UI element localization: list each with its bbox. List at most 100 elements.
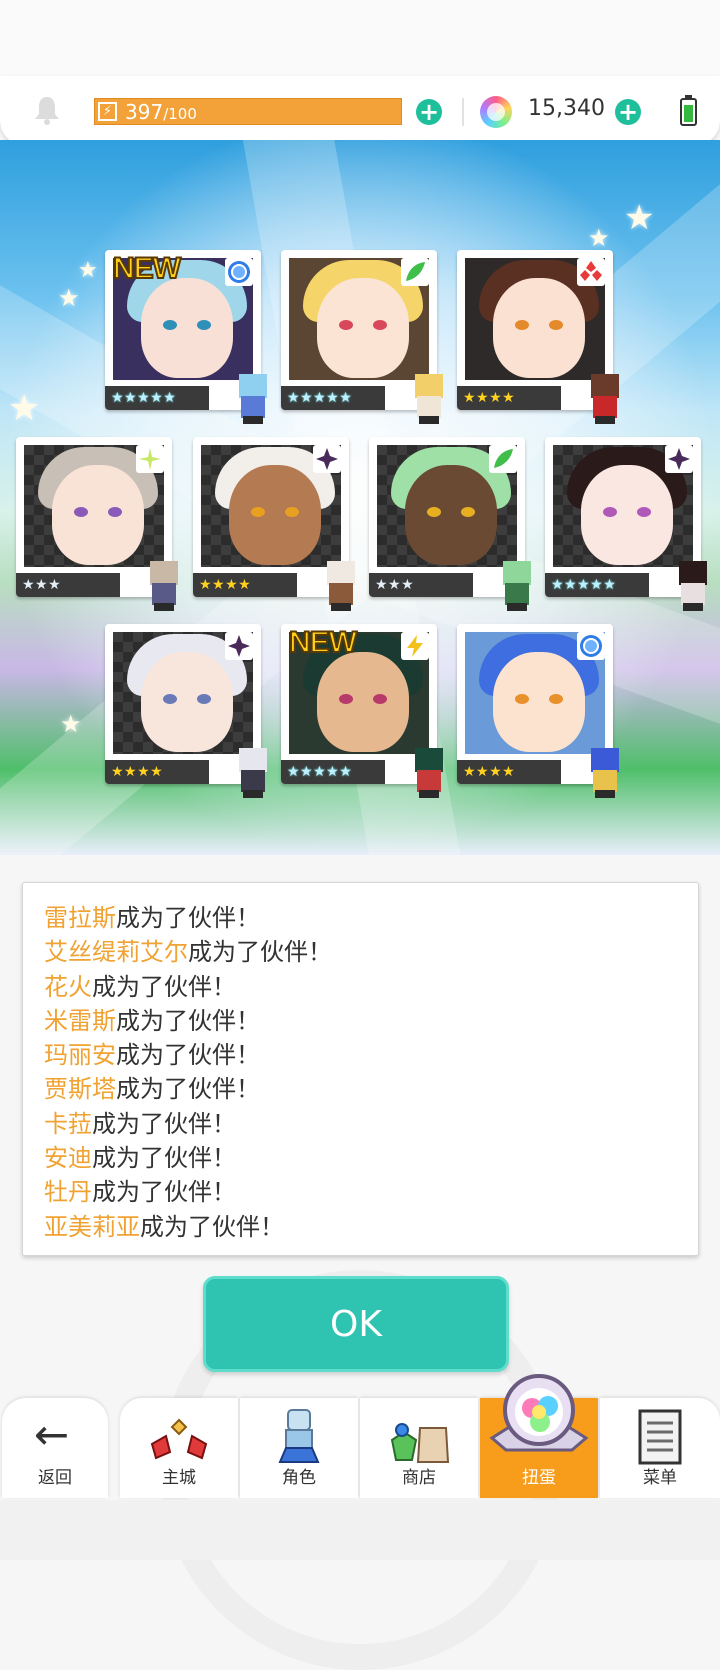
- nav-back-button[interactable]: ← 返回: [2, 1398, 108, 1498]
- log-line: 安迪成为了伙伴！: [44, 1141, 698, 1175]
- log-suffix: 成为了伙伴！: [92, 1144, 236, 1173]
- log-suffix: 成为了伙伴！: [92, 1109, 236, 1138]
- pixel-sprite: [407, 748, 451, 798]
- rarity-stars: ★★★★★: [281, 386, 385, 410]
- nav-item-gacha[interactable]: 扭蛋: [480, 1374, 598, 1498]
- log-line: 花火成为了伙伴！: [44, 970, 698, 1004]
- rarity-stars: ★★★★★: [105, 386, 209, 410]
- character-card[interactable]: ★★★★: [457, 250, 619, 424]
- leaf-icon: [489, 445, 517, 473]
- new-badge: NEW: [112, 251, 182, 286]
- back-arrow-icon: ←: [34, 1410, 70, 1459]
- character-name: 卡菈: [44, 1109, 92, 1138]
- sparkle-star-icon: ★: [624, 198, 655, 238]
- character-card[interactable]: ★★★★★: [545, 437, 707, 611]
- character-name: 玛丽安: [44, 1041, 116, 1070]
- gacha-capsule-icon: [489, 1374, 589, 1452]
- character-name: 亚美莉亚: [44, 1212, 140, 1241]
- thunder-icon: [401, 632, 429, 660]
- log-line: 雷拉斯成为了伙伴！: [44, 901, 698, 935]
- stamina-current: 397: [125, 100, 164, 124]
- nav-item-menu[interactable]: 菜单: [600, 1398, 720, 1498]
- character-card[interactable]: ★★★: [369, 437, 531, 611]
- character-card[interactable]: NEW ★★★★★: [105, 250, 267, 424]
- divider: [462, 98, 464, 126]
- pixel-sprite: [583, 748, 627, 798]
- nav-item-town[interactable]: 主城: [120, 1398, 238, 1498]
- log-line: 贾斯塔成为了伙伴！: [44, 1072, 698, 1106]
- sparkle-star-icon: ★: [58, 284, 80, 312]
- character-name: 安迪: [44, 1144, 92, 1173]
- rarity-stars: ★★★★★: [545, 573, 649, 597]
- pixel-sprite: [142, 561, 186, 611]
- sparkle-star-icon: ★: [8, 388, 41, 429]
- pixel-sprite: [231, 374, 275, 424]
- dark-star-icon: [665, 445, 693, 473]
- add-gems-button[interactable]: +: [615, 99, 641, 125]
- battery-icon: [680, 95, 697, 126]
- pixel-sprite: [583, 374, 627, 424]
- bottom-nav: ← 返回 主城 角色 商店 扭蛋 菜单: [0, 1374, 720, 1500]
- menu-list-icon: [638, 1409, 682, 1465]
- character-card[interactable]: ★★★: [16, 437, 178, 611]
- character-card[interactable]: ★★★★: [457, 624, 619, 798]
- rarity-stars: ★★★★: [457, 386, 561, 410]
- system-bottom-strip: [0, 1500, 720, 1560]
- add-stamina-button[interactable]: +: [416, 99, 442, 125]
- nav-item-shop[interactable]: 商店: [360, 1398, 478, 1498]
- stamina-bar: ⚡ 397/100: [94, 98, 402, 125]
- dark-star-icon: [313, 445, 341, 473]
- water-circle-icon: [225, 258, 253, 286]
- nav-menu-label: 菜单: [643, 1468, 677, 1488]
- stamina-text: 397/100: [125, 100, 197, 124]
- rainbow-gem-icon: [480, 96, 512, 128]
- pixel-sprite: [319, 561, 363, 611]
- log-line: 牡丹成为了伙伴！: [44, 1175, 698, 1209]
- log-suffix: 成为了伙伴！: [188, 938, 332, 967]
- pixel-sprite: [495, 561, 539, 611]
- fire-diamond-icon: [577, 258, 605, 286]
- new-badge: NEW: [288, 625, 358, 660]
- rarity-stars: ★★★★: [105, 760, 209, 784]
- sparkle-star-icon: ★: [78, 258, 98, 283]
- nav-gacha-label: 扭蛋: [522, 1468, 556, 1488]
- lightning-icon: ⚡: [98, 102, 117, 121]
- character-card[interactable]: ★★★★: [193, 437, 355, 611]
- sparkle-star-icon: ★: [588, 224, 610, 252]
- water-circle-icon: [577, 632, 605, 660]
- log-suffix: 成为了伙伴！: [116, 1006, 260, 1035]
- log-suffix: 成为了伙伴！: [92, 972, 236, 1001]
- nav-characters-label: 角色: [282, 1468, 316, 1488]
- sparkle-star-icon: ★: [60, 710, 82, 738]
- character-name: 艾丝缇莉艾尔: [44, 938, 188, 967]
- shop-bag-icon: [390, 1423, 450, 1463]
- nav-back-label: 返回: [38, 1468, 72, 1488]
- character-card[interactable]: NEW ★★★★★: [281, 624, 443, 798]
- dark-star-icon: [225, 632, 253, 660]
- leaf-icon: [401, 258, 429, 286]
- nav-item-characters[interactable]: 角色: [240, 1398, 358, 1498]
- pixel-sprite: [671, 561, 715, 611]
- character-card[interactable]: ★★★★★: [281, 250, 443, 424]
- log-suffix: 成为了伙伴！: [92, 1178, 236, 1207]
- castle-icon: [150, 1418, 208, 1460]
- notification-bell-icon[interactable]: [32, 94, 62, 126]
- character-name: 贾斯塔: [44, 1075, 116, 1104]
- log-suffix: 成为了伙伴！: [140, 1212, 284, 1241]
- rarity-stars: ★★★: [369, 573, 473, 597]
- character-name: 米雷斯: [44, 1006, 116, 1035]
- log-line: 亚美莉亚成为了伙伴！: [44, 1210, 698, 1244]
- log-suffix: 成为了伙伴！: [116, 904, 260, 932]
- rarity-stars: ★★★★: [193, 573, 297, 597]
- character-icon: [278, 1409, 320, 1463]
- log-line: 卡菈成为了伙伴！: [44, 1107, 698, 1141]
- ok-button[interactable]: OK: [203, 1276, 509, 1372]
- log-suffix: 成为了伙伴！: [116, 1041, 260, 1070]
- pixel-sprite: [407, 374, 451, 424]
- character-card[interactable]: ★★★★: [105, 624, 267, 798]
- recruit-log-panel: 雷拉斯成为了伙伴！ 艾丝缇莉艾尔成为了伙伴！ 花火成为了伙伴！ 米雷斯成为了伙伴…: [22, 882, 699, 1256]
- rarity-stars: ★★★: [16, 573, 120, 597]
- nav-town-label: 主城: [162, 1468, 196, 1488]
- character-name: 雷拉斯: [44, 904, 116, 932]
- character-name: 花火: [44, 972, 92, 1001]
